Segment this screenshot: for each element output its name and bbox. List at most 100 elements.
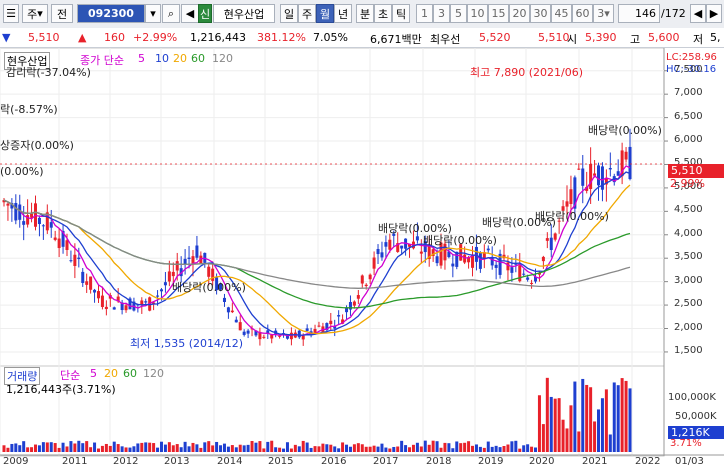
volume-bar xyxy=(73,443,77,452)
speaker-icon[interactable]: ◀ xyxy=(181,4,199,23)
prev-arrow-icon[interactable]: ◀ xyxy=(690,4,706,23)
price-tick-label: 6,500 xyxy=(674,110,703,122)
interval-20[interactable]: 20 xyxy=(509,4,530,23)
price-chart[interactable] xyxy=(0,48,724,470)
candle-body xyxy=(226,307,230,313)
volume-bar xyxy=(600,398,604,452)
interval-60[interactable]: 60 xyxy=(572,4,593,23)
volume-bar xyxy=(376,446,380,452)
volume-bar xyxy=(313,446,317,452)
volume-bar xyxy=(628,388,632,452)
x-tick-label: 2015 xyxy=(268,456,294,467)
volume-bar xyxy=(266,441,270,452)
volume-bar xyxy=(305,442,309,452)
vol-ma60-label: 60 xyxy=(123,367,137,380)
volume-bar xyxy=(612,382,616,452)
volume-bar xyxy=(215,441,219,452)
interval-5[interactable]: 5 xyxy=(450,4,467,23)
volume-bar xyxy=(81,443,85,452)
interval-3[interactable]: 3 xyxy=(433,4,450,23)
volume-bar xyxy=(49,442,53,452)
volume-bar xyxy=(301,440,305,452)
volume-bar xyxy=(14,443,18,452)
period-second[interactable]: 초 xyxy=(374,4,392,23)
candle-body xyxy=(624,151,628,160)
volume-bar xyxy=(222,443,226,452)
x-tick-label: 2009 xyxy=(3,456,29,467)
candle-body xyxy=(104,306,108,310)
period-day[interactable]: 일 xyxy=(280,4,298,23)
volume-bar xyxy=(569,405,573,452)
interval-custom[interactable]: 3 ▾ xyxy=(593,4,614,23)
candle-body xyxy=(616,171,620,176)
candle-body xyxy=(329,320,333,325)
interval-30[interactable]: 30 xyxy=(530,4,551,23)
volume-bar xyxy=(183,441,187,452)
volume-bar xyxy=(565,428,569,452)
ann-div2018: 배당락(0.00%) xyxy=(423,234,497,247)
candle-body xyxy=(305,328,309,331)
volume-bar xyxy=(96,448,100,452)
volume-bar xyxy=(254,442,258,452)
price-tick-label: 7,500 xyxy=(674,63,703,75)
volume-bar xyxy=(148,442,152,452)
volume-bar xyxy=(309,447,313,452)
price-tick-label: 1,500 xyxy=(674,344,703,356)
volume-bar xyxy=(77,440,81,452)
candle-body xyxy=(356,295,360,299)
volume-bar xyxy=(514,440,518,452)
candle-body xyxy=(270,334,274,339)
vol-tick-50000k: 50,000K xyxy=(675,411,717,422)
period-month[interactable]: 월 xyxy=(316,4,334,23)
period-tick[interactable]: 틱 xyxy=(392,4,410,23)
tab-week-toggle[interactable]: 주 ▾ xyxy=(22,4,48,23)
period-minute[interactable]: 분 xyxy=(356,4,374,23)
volume-bar xyxy=(573,381,577,452)
candle-body xyxy=(522,273,526,275)
volume-bar xyxy=(156,447,160,452)
volume-bar xyxy=(380,443,384,452)
candle-body xyxy=(93,289,97,293)
next-arrow-icon[interactable]: ▶ xyxy=(706,4,722,23)
volume-bar xyxy=(549,396,553,452)
volume-bar xyxy=(53,443,57,452)
candle-body xyxy=(171,271,175,277)
volume-bar xyxy=(2,445,6,452)
candle-body xyxy=(100,295,104,307)
volume-bar xyxy=(522,445,526,452)
candle-body xyxy=(541,256,545,262)
dropdown-arrow-icon[interactable]: ▾ xyxy=(145,4,161,23)
volume-bar xyxy=(384,447,388,452)
volume-bar xyxy=(557,398,561,452)
volume-bar xyxy=(26,447,30,452)
stock-code-input[interactable]: 092300 xyxy=(77,4,145,23)
interval-1[interactable]: 1 xyxy=(416,4,433,23)
tab-all[interactable]: 전 xyxy=(51,4,73,23)
period-year[interactable]: 년 xyxy=(334,4,352,23)
interval-10[interactable]: 10 xyxy=(467,4,488,23)
quote-low: 5, xyxy=(710,31,721,44)
settings-icon[interactable]: ☰ xyxy=(3,4,19,23)
search-icon[interactable]: ⌕ xyxy=(162,4,180,23)
interval-15[interactable]: 15 xyxy=(488,4,509,23)
candle-body xyxy=(526,277,530,280)
candle-body xyxy=(510,267,514,273)
candle-body xyxy=(144,301,148,303)
ann-zero: (0.00%) xyxy=(0,165,44,178)
bar-count-input[interactable]: 146 xyxy=(618,4,660,23)
quote-vol-ratio: 381.12% xyxy=(257,31,306,44)
candle-body xyxy=(207,266,211,277)
x-tick-label: 2012 xyxy=(113,456,139,467)
tab-a-label: 주 xyxy=(27,7,38,21)
up-triangle-icon: ▲ xyxy=(78,31,87,44)
candle-body xyxy=(81,271,85,283)
ma60-label: 60 xyxy=(191,52,205,65)
period-week[interactable]: 주 xyxy=(298,4,316,23)
volume-bar xyxy=(356,443,360,452)
interval-45[interactable]: 45 xyxy=(551,4,572,23)
volume-bar xyxy=(451,448,455,452)
candle-body xyxy=(57,238,61,249)
candle-body xyxy=(553,233,557,240)
volume-bar xyxy=(175,444,179,452)
interval-custom-label: 3 xyxy=(597,7,605,20)
